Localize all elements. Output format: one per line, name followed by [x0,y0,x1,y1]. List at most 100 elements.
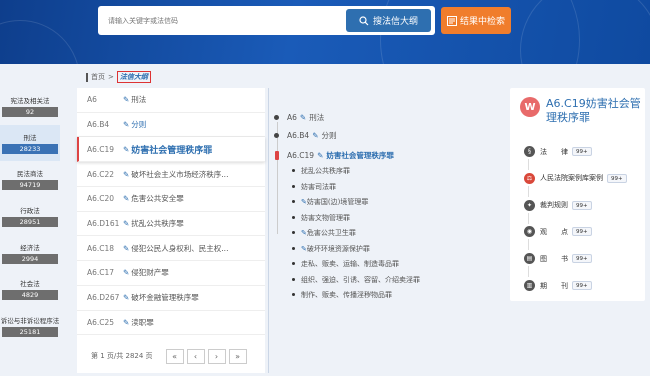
list-item[interactable]: A6.C19 ✎ 妨害社会管理秩序罪 [77,137,265,163]
result-search-button[interactable]: 结果中检索 [441,7,511,34]
row-connector [528,159,529,170]
tree-bullet [274,115,279,120]
nav-count: 28233 [2,143,58,154]
tree-node-code: A6.B4 [287,131,310,140]
tree-node[interactable]: A6 ✎ 刑法 [274,112,324,123]
tree-child-item[interactable]: 走私、贩卖、运输、制造毒品罪 [292,259,399,269]
search-button-label: 搜法信大纲 [372,17,418,27]
nav-label: 诉讼与非诉讼程序法 [0,316,60,325]
tree-child-item[interactable]: 制作、贩卖、传播淫秽物品罪 [292,290,392,300]
search-input[interactable] [108,6,348,35]
resource-label: 法 律 [540,147,568,156]
nav-item-civil-commercial[interactable]: 民法商法 94719 [0,161,60,198]
list-item-text: 渎职罪 [131,317,154,327]
row-connector [528,212,529,224]
book-icon: ▤ [524,253,535,265]
edit-icon: ✎ [312,131,319,140]
prev-page-button[interactable]: ‹ [186,348,205,364]
resource-row[interactable]: ▥ 期 刊 99+ [524,280,592,291]
nav-label: 经济法 [20,243,40,252]
resource-row[interactable]: § 法 律 99+ [524,146,592,157]
tree-child-item[interactable]: 扰乱公共秩序罪 [292,166,350,176]
list-item[interactable]: A6.D267 ✎ 破坏金融管理秩序罪 [77,286,265,311]
nav-item-social[interactable]: 社会法 4829 [0,271,60,308]
list-item-code: A6.C20 [87,194,115,204]
tree-child-text: 组织、强迫、引诱、容留、介绍卖淫罪 [301,275,420,284]
list-item[interactable]: A6.C20 ✎ 危害公共安全罪 [77,187,265,212]
list-item[interactable]: A6.C18 ✎ 侵犯公民人身权利、民主权... [77,236,265,262]
list-item-text: 破坏金融管理秩序罪 [131,293,199,303]
list-item-text: 侵犯公民人身权利、民主权... [131,243,229,253]
breadcrumb: 首页 > 法信大纲 [86,71,151,83]
list-item[interactable]: A6.C25 ✎ 渎职罪 [77,311,265,336]
breadcrumb-home[interactable]: 首页 [91,72,105,82]
list-item-code: A6.C22 [87,169,115,179]
resource-row[interactable]: ✦ 裁判规则 99+ [524,199,592,211]
court-icon: ⚖ [524,172,535,184]
row-connector [528,185,529,197]
list-item-text: 破坏社会主义市场经济秩序... [131,169,229,179]
first-page-button[interactable]: « [165,348,184,364]
list-item-code: A6 [87,95,97,105]
resource-row[interactable]: ◉ 观 点 99+ [524,226,592,238]
search-icon [359,15,369,25]
list-item-code: A6.D267 [87,293,120,303]
list-item-text: 刑法 [131,95,147,105]
tree-child-item[interactable]: ✎危害公共卫生罪 [292,228,356,238]
count-badge: 99+ [572,254,592,264]
list-item-code: A6.C18 [87,243,115,253]
nav-item-economic[interactable]: 经济法 2994 [0,234,60,271]
nav-count: 28951 [2,217,58,228]
count-badge: 99+ [572,147,592,156]
list-item-code: A6.C17 [87,268,115,278]
brand-logo: W [520,97,540,117]
search-box: 搜法信大纲 [98,6,435,35]
next-page-button[interactable]: › [207,348,226,364]
search-button[interactable]: 搜法信大纲 [346,9,431,32]
tree-child-item[interactable]: 妨害司法罪 [292,182,336,192]
row-connector [528,266,529,278]
edit-icon: ✎ [123,243,130,253]
list-item[interactable]: A6.C22 ✎ 破坏社会主义市场经济秩序... [77,162,265,188]
resource-row[interactable]: ▤ 图 书 99+ [524,253,592,265]
resource-row[interactable]: ⚖ 人民法院案例库案例 99+ [524,172,627,184]
list-item-text: 分则 [131,120,147,130]
list-item-code: A6.C25 [87,317,115,327]
pagination: 第 1 页/共 2824 页 « ‹ › » [77,339,265,373]
nav-count: 4829 [2,290,58,301]
tree-bullet [274,133,279,138]
nav-label: 宪法及相关法 [10,97,50,106]
list-item-text: 危害公共安全罪 [131,194,184,204]
tree-bullet [275,151,279,160]
list-item-code: A6.C19 [87,144,115,154]
tree-child-item[interactable]: ✎破坏环境资源保护罪 [292,244,370,254]
tree-child-item[interactable]: 组织、强迫、引诱、容留、介绍卖淫罪 [292,275,420,285]
resource-label: 观 点 [540,227,568,236]
card-header: W A6.C19妨害社会管理秩序罪 [520,97,646,125]
last-page-button[interactable]: » [228,348,247,364]
list-item[interactable]: A6 ✎ 刑法 [77,88,265,113]
nav-label: 民法商法 [17,170,43,179]
tree-node-text: 分则 [321,131,337,140]
resource-label: 人民法院案例库案例 [540,174,603,183]
nav-count: 94719 [2,180,58,191]
list-item[interactable]: A6.B4 ✎ 分则 [77,113,265,138]
list-item[interactable]: A6.C17 ✎ 侵犯财产罪 [77,261,265,286]
tree-child-item[interactable]: ✎妨害国(边)境管理罪 [291,197,368,207]
nav-item-criminal-law[interactable]: 刑法 28233 [0,124,60,162]
nav-count: 25181 [2,326,58,337]
tree-child-item[interactable]: 妨害文物管理罪 [292,213,350,223]
list-item[interactable]: A6.D161 ✎ 扰乱公共秩序罪 [77,212,265,237]
tree-node[interactable]: A6.B4 ✎ 分则 [274,130,337,141]
nav-item-constitution[interactable]: 宪法及相关法 92 [0,88,60,125]
breadcrumb-separator: > [108,73,114,81]
tree-node[interactable]: A6.C19 ✎ 妨害社会管理秩序罪 [275,150,394,161]
nav-item-procedure[interactable]: 诉讼与非诉讼程序法 25181 [0,308,60,345]
edit-icon: ✎ [123,293,130,303]
edit-icon: ✎ [123,144,130,154]
tree-node-code: A6 [287,113,297,122]
nav-item-administrative[interactable]: 行政法 28951 [0,198,60,235]
row-connector [528,239,529,251]
rule-icon: ✦ [524,199,535,211]
edit-icon: ✎ [123,194,130,204]
